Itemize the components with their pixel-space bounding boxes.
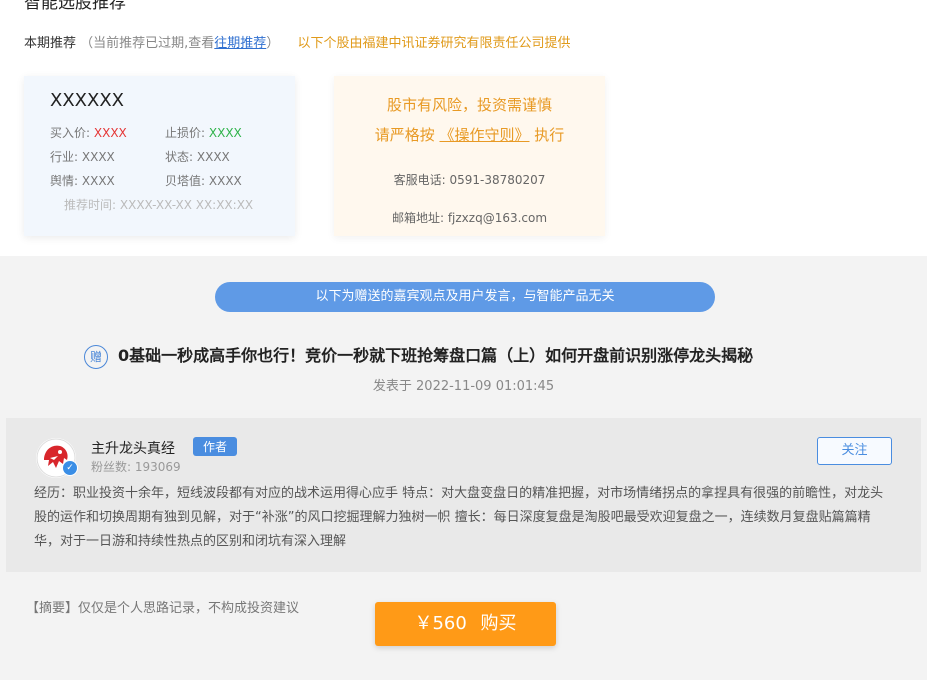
status-label: 状态: [165, 150, 194, 164]
recommend-time-label: 推荐时间: [64, 198, 117, 212]
status-value: XXXX [196, 150, 230, 164]
gift-icon: 赠 [84, 344, 108, 369]
email-value: fjzxzq@163.com [447, 211, 548, 225]
beta-label: 贝塔值: [165, 174, 206, 188]
stop-loss-label: 止损价: [165, 126, 206, 140]
verified-icon: ✓ [62, 460, 78, 476]
page-title: 智能选股推荐 [24, 0, 126, 13]
recommend-time: 推荐时间: XXXX-XX-XX XX:XX:XX [64, 196, 253, 213]
phone-label: 客服电话: [393, 173, 446, 187]
sentiment-label: 舆情: [50, 174, 79, 188]
industry: 行业: XXXX [50, 148, 115, 165]
buy-price: ￥560 [414, 613, 467, 634]
recommend-time-value: XXXX-XX-XX XX:XX:XX [119, 198, 254, 212]
beta: 贝塔值: XXXX [165, 172, 242, 189]
post-time-label: 发表于 [372, 379, 412, 394]
follow-button[interactable]: 关注 [817, 437, 892, 465]
buy-price: 买入价: XXXX [50, 124, 127, 141]
buy-label: 购买 [480, 613, 517, 634]
stock-card: XXXXXX 买入价: XXXX 止损价: XXXX 行业: XXXX 状态: … [24, 76, 295, 236]
stop-loss-value: XXXX [208, 126, 242, 140]
fans-value: 193069 [134, 460, 181, 474]
buy-price-label: 买入价: [50, 126, 91, 140]
email-label: 邮箱地址: [391, 211, 444, 225]
recommend-label: 本期推荐 [24, 36, 77, 51]
summary-label: 【摘要】 [26, 601, 79, 616]
post-time: 发表于 2022-11-09 01:01:45 [0, 375, 927, 394]
buy-button[interactable]: ￥560 购买 [375, 602, 556, 646]
stop-loss-price: 止损价: XXXX [165, 124, 242, 141]
industry-value: XXXX [81, 150, 115, 164]
post-time-value: 2022-11-09 01:01:45 [416, 379, 555, 394]
rules-pre: 请严格按 [374, 126, 435, 144]
summary-text: 仅仅是个人思路记录，不构成投资建议 [78, 601, 300, 616]
gift-banner: 以下为赠送的嘉宾观点及用户发言，与智能产品无关 [215, 282, 715, 312]
phone-value: 0591-38780207 [449, 173, 546, 187]
provider-note: 以下个股由福建中讯证券研究有限责任公司提供 [297, 36, 571, 51]
recommend-note-post: ） [266, 36, 280, 51]
recommend-note-pre: （当前推荐已过期,查看 [80, 36, 215, 51]
industry-label: 行业: [50, 150, 79, 164]
author-badge: 作者 [193, 437, 238, 456]
rules-link[interactable]: 《操作守则》 [439, 126, 529, 144]
buy-price-value: XXXX [93, 126, 127, 140]
author-name[interactable]: 主升龙头真经 [91, 438, 175, 458]
article-title[interactable]: 0基础一秒成高手你也行！竞价一秒就下班抢筹盘口篇（上）如何开盘前识别涨停龙头揭秘 [118, 346, 753, 365]
rules-line: 请严格按 《操作守则》 执行 [334, 124, 605, 145]
avatar[interactable]: ✓ [36, 438, 78, 478]
summary: 【摘要】仅仅是个人思路记录，不构成投资建议 [26, 597, 299, 616]
fans-label: 粉丝数: [91, 460, 132, 474]
service-phone: 客服电话: 0591-38780207 [334, 171, 605, 188]
author-card: ✓ 主升龙头真经 作者 粉丝数: 193069 关注 经历：职业投资十余年，短线… [6, 418, 921, 572]
beta-value: XXXX [208, 174, 242, 188]
risk-card: 股市有风险，投资需谨慎 请严格按 《操作守则》 执行 客服电话: 0591-38… [334, 76, 605, 236]
article-title-row[interactable]: 赠 0基础一秒成高手你也行！竞价一秒就下班抢筹盘口篇（上）如何开盘前识别涨停龙头揭… [84, 342, 753, 369]
stock-name: XXXXXX [50, 90, 124, 111]
sentiment-value: XXXX [81, 174, 115, 188]
recommend-line: 本期推荐 （当前推荐已过期,查看往期推荐） 以下个股由福建中讯证券研究有限责任公… [24, 32, 570, 51]
author-bio: 经历：职业投资十余年，短线波段都有对应的战术运用得心应手 特点：对大盘变盘日的精… [34, 486, 884, 549]
risk-warning: 股市有风险，投资需谨慎 [386, 96, 552, 114]
fans-count: 粉丝数: 193069 [91, 458, 181, 475]
status: 状态: XXXX [165, 148, 230, 165]
past-recommend-link[interactable]: 往期推荐 [214, 36, 266, 51]
rules-post: 执行 [534, 126, 565, 144]
service-email: 邮箱地址: fjzxzq@163.com [334, 209, 605, 226]
sentiment: 舆情: XXXX [50, 172, 115, 189]
